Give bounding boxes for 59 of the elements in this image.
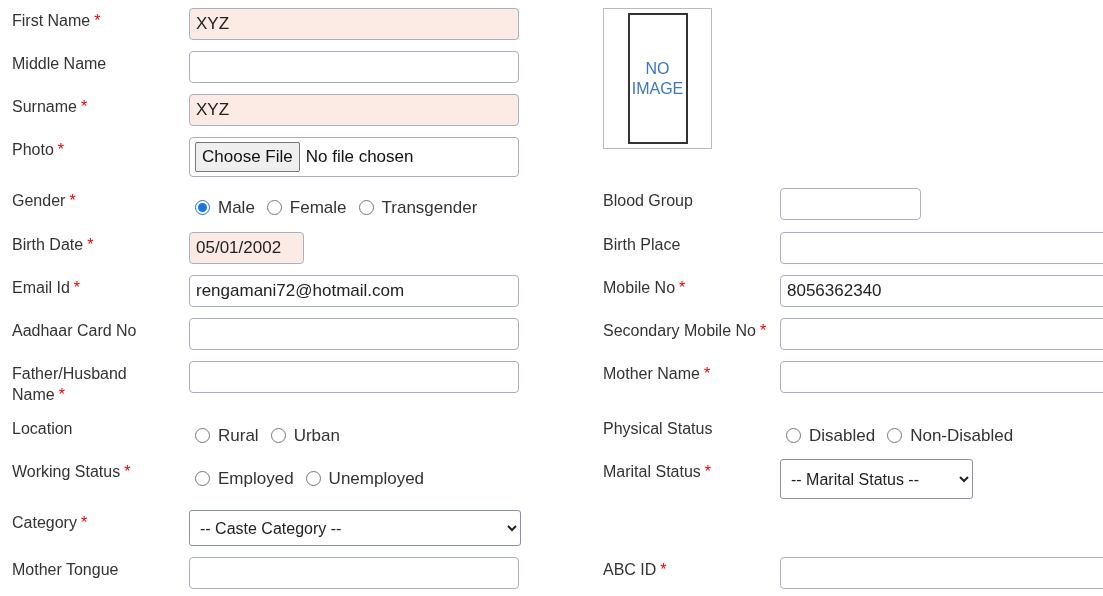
input-field[interactable] xyxy=(780,188,921,220)
field-label: Mother Name * xyxy=(603,363,712,384)
dropdown[interactable]: -- Marital Status -- xyxy=(780,459,973,499)
radio-button[interactable] xyxy=(195,427,210,443)
input-field[interactable] xyxy=(189,51,519,83)
input-field[interactable] xyxy=(780,231,1103,264)
field-label: Mother Tongue xyxy=(12,560,120,580)
radio-button[interactable] xyxy=(358,200,374,216)
input-field[interactable] xyxy=(189,557,519,589)
field-label: Physical Status xyxy=(603,418,714,439)
choose-file-button[interactable]: Choose File xyxy=(195,142,300,172)
input-field[interactable]: XYZ xyxy=(189,94,519,126)
field-label: ABC ID * xyxy=(603,560,668,580)
field-label: Marital Status * xyxy=(603,462,713,482)
input-field[interactable] xyxy=(189,317,519,350)
radio-label[interactable]: Unemployed xyxy=(328,466,425,492)
field-label: Secondary Mobile No * xyxy=(603,320,768,341)
field-label: Photo * xyxy=(12,140,66,160)
dropdown[interactable]: -- Caste Category -- xyxy=(189,510,521,546)
file-status: No file chosen xyxy=(305,146,414,169)
radio-label[interactable]: Employed xyxy=(218,466,294,492)
radio-button[interactable] xyxy=(305,471,321,487)
radio-label[interactable]: Disabled xyxy=(809,422,876,448)
file-input[interactable]: Choose File No file chosen xyxy=(189,137,519,177)
field-label: Father/Husband Name * xyxy=(12,363,128,405)
input-field[interactable] xyxy=(780,317,1103,350)
field-label: Category * xyxy=(12,513,89,533)
input-field[interactable]: XYZ xyxy=(189,8,519,40)
input-field[interactable]: 8056362340 xyxy=(780,274,1103,307)
input-field[interactable] xyxy=(780,360,1103,393)
field-label: Gender * xyxy=(12,191,77,211)
radio-label[interactable]: Rural xyxy=(218,422,259,448)
input-field[interactable] xyxy=(189,360,519,393)
field-label: Email Id * xyxy=(12,277,82,298)
radio-button[interactable] xyxy=(270,427,286,443)
radio-label[interactable]: Urban xyxy=(293,422,340,448)
field-label: Working Status * xyxy=(12,462,132,482)
field-label: Birth Place xyxy=(603,234,682,255)
radio-label[interactable]: Male xyxy=(218,195,255,221)
field-label: Mobile No * xyxy=(603,277,687,298)
field-label: Birth Date * xyxy=(12,234,95,255)
field-label: First Name * xyxy=(12,11,102,31)
radio-label[interactable]: Non-Disabled xyxy=(910,422,1014,448)
field-label: Blood Group xyxy=(603,191,694,211)
radio-button[interactable] xyxy=(195,471,210,487)
placeholder-text: NO IMAGE xyxy=(627,13,688,144)
radio-label[interactable]: Female xyxy=(289,195,347,221)
radio-button[interactable] xyxy=(266,200,282,216)
field-label: Middle Name xyxy=(12,54,108,74)
field-label: Surname * xyxy=(12,97,89,117)
field-label: Aadhaar Card No xyxy=(12,320,138,341)
field-label: Location xyxy=(12,418,74,439)
input-field[interactable]: rengamani72@hotmail.com xyxy=(189,274,519,307)
date-field[interactable]: 05/01/2002 xyxy=(189,231,304,264)
radio-label[interactable]: Transgender xyxy=(381,195,478,221)
radio-button[interactable] xyxy=(887,427,903,443)
radio-button[interactable] xyxy=(195,200,210,216)
input-field[interactable] xyxy=(780,557,1103,589)
radio-button[interactable] xyxy=(786,427,801,443)
